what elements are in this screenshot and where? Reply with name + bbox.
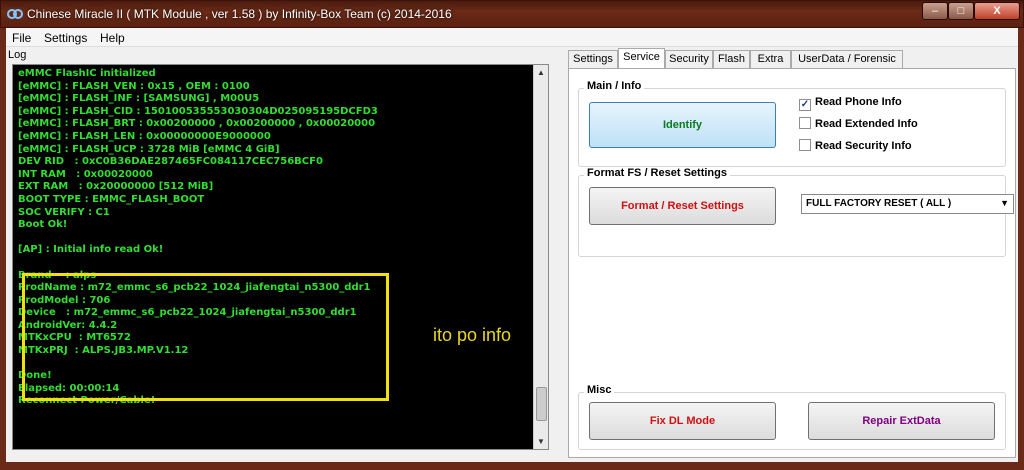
misc-group: Misc Fix DL Mode Repair ExtData: [578, 384, 1006, 450]
checkbox-checked-icon[interactable]: ✓: [799, 99, 811, 111]
service-panel: Main / Info Identify ✓ Read Phone Info Re…: [568, 68, 1016, 458]
read-phone-info-label: Read Phone Info: [815, 96, 902, 108]
log-line: [AP] : Initial info read Ok!: [18, 244, 164, 256]
log-line: BOOT TYPE : EMMC_FLASH_BOOT: [18, 193, 205, 205]
identify-button[interactable]: Identify: [589, 102, 776, 148]
menu-help[interactable]: Help: [100, 31, 125, 45]
log-label: Log: [8, 49, 27, 61]
log-line: [eMMC] : FLASH_CID : 150100535553030304D…: [18, 105, 378, 117]
dropdown-arrow-icon[interactable]: ▼: [1000, 198, 1009, 208]
read-phone-info-checkbox[interactable]: ✓ Read Phone Info: [799, 96, 902, 111]
main-info-group: Main / Info Identify ✓ Read Phone Info Re…: [578, 80, 1006, 167]
annotation-text: ito po info: [433, 325, 512, 345]
scroll-up-icon[interactable]: ▲: [534, 65, 548, 80]
format-reset-button[interactable]: Format / Reset Settings: [589, 187, 776, 225]
log-line: eMMC FlashIC initialized: [18, 68, 156, 79]
log-console[interactable]: eMMC FlashIC initialized [eMMC] : FLASH_V…: [12, 64, 549, 450]
log-scrollbar[interactable]: ▲ ▼: [533, 65, 548, 449]
log-line: [eMMC] : FLASH_VEN : 0x15 , OEM : 0100: [18, 80, 250, 92]
menu-settings[interactable]: Settings: [44, 31, 87, 45]
scroll-thumb[interactable]: [536, 387, 547, 421]
app-logo-icon: [7, 9, 23, 19]
read-security-info-label: Read Security Info: [815, 140, 912, 152]
tab-extra[interactable]: Extra: [750, 50, 791, 68]
log-line: [eMMC] : FLASH_BRT : 0x00200000 , 0x0020…: [18, 118, 376, 130]
reset-mode-select[interactable]: FULL FACTORY RESET ( ALL ) ▼: [801, 194, 1014, 214]
log-line: [eMMC] : FLASH_LEN : 0x00000000E9000000: [18, 130, 271, 142]
log-line: EXT RAM : 0x20000000 [512 MiB]: [18, 181, 214, 193]
read-security-info-checkbox[interactable]: Read Security Info: [799, 139, 912, 152]
title-bar[interactable]: Chinese Miracle II ( MTK Module , ver 1.…: [0, 0, 1024, 28]
format-reset-title: Format FS / Reset Settings: [584, 167, 730, 179]
tab-service[interactable]: Service: [618, 48, 665, 69]
menu-bar: File Settings Help: [6, 28, 1018, 47]
format-reset-group: Format FS / Reset Settings Format / Rese…: [578, 167, 1014, 257]
highlight-annotation-box: [22, 273, 389, 401]
reset-mode-value: FULL FACTORY RESET ( ALL ): [806, 198, 952, 209]
misc-title: Misc: [584, 384, 615, 396]
maximize-button[interactable]: □: [948, 2, 974, 20]
scroll-down-icon[interactable]: ▼: [534, 434, 548, 449]
read-extended-info-checkbox[interactable]: Read Extended Info: [799, 117, 918, 130]
log-line: INT RAM : 0x00020000: [18, 168, 153, 180]
checkbox-unchecked-icon[interactable]: [799, 117, 811, 129]
main-info-title: Main / Info: [584, 80, 645, 92]
tab-flash[interactable]: Flash: [713, 50, 750, 68]
log-line: [eMMC] : FLASH_UCP : 3728 MiB [eMMC 4 Gi…: [18, 143, 280, 155]
log-line: DEV RID : 0xC0B36DAE287465FC084117CEC756…: [18, 156, 323, 168]
read-extended-info-label: Read Extended Info: [815, 118, 918, 130]
minimize-button[interactable]: –: [922, 2, 948, 20]
checkbox-unchecked-icon[interactable]: [799, 139, 811, 151]
menu-file[interactable]: File: [12, 31, 31, 45]
log-line: SOC VERIFY : C1: [18, 206, 110, 218]
log-line: [eMMC] : FLASH_INF : [SAMSUNG] , M00U5: [18, 93, 260, 105]
window-frame: File Settings Help Log eMMC FlashIC init…: [0, 28, 1024, 470]
tab-settings[interactable]: Settings: [568, 50, 618, 68]
close-button[interactable]: X: [974, 2, 1020, 20]
fix-dl-mode-button[interactable]: Fix DL Mode: [589, 402, 776, 440]
window-client: File Settings Help Log eMMC FlashIC init…: [6, 28, 1018, 462]
log-line: Boot Ok!: [18, 219, 68, 231]
repair-extdata-button[interactable]: Repair ExtData: [808, 402, 995, 440]
tab-security[interactable]: Security: [665, 50, 713, 68]
window-title: Chinese Miracle II ( MTK Module , ver 1.…: [27, 7, 452, 21]
tab-userdata-forensic[interactable]: UserData / Forensic: [791, 50, 903, 68]
